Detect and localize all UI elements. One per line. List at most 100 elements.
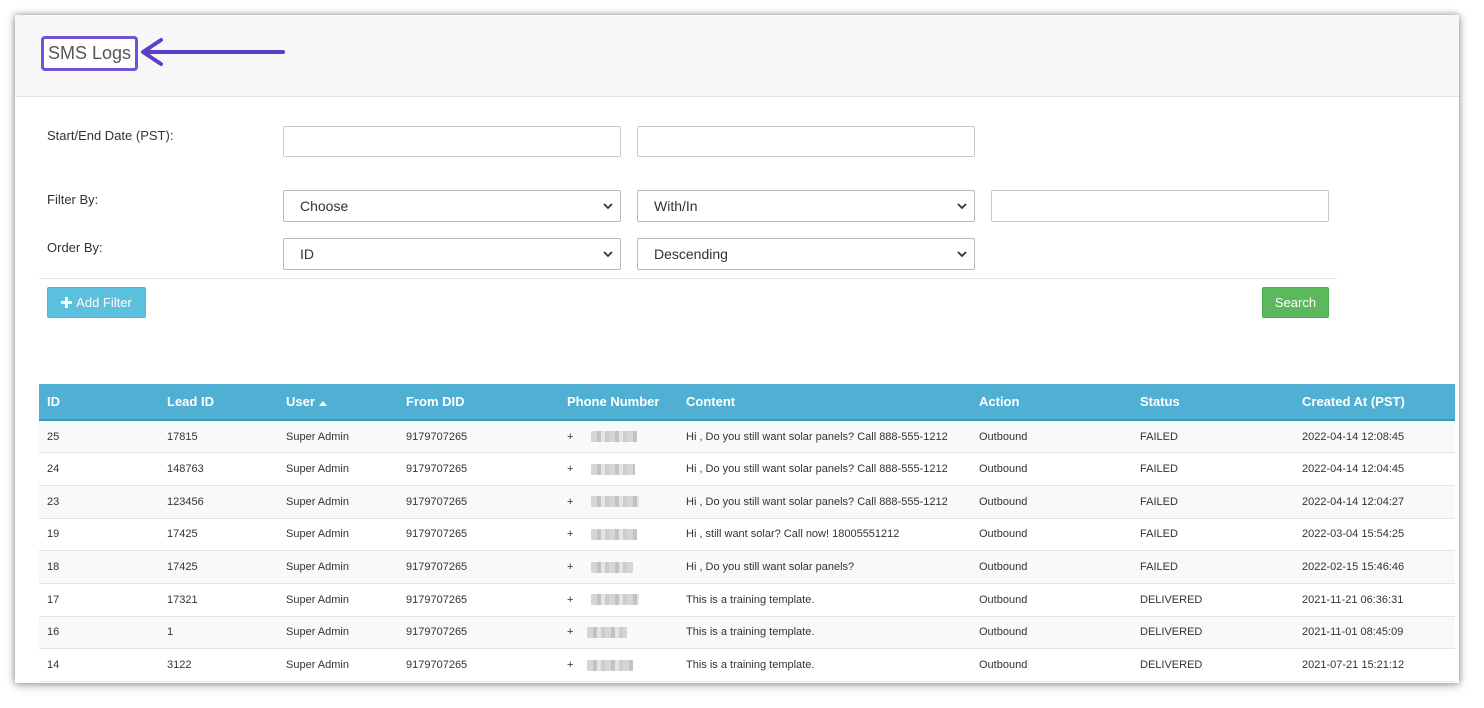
cell-content: Hi , Do you still want solar panels? Cal… xyxy=(686,463,948,476)
cell-created-at: 2021-11-01 08:45:09 xyxy=(1302,626,1404,639)
search-label: Search xyxy=(1274,295,1317,310)
cell-user: Super Admin xyxy=(286,463,349,476)
cell-id: 14 xyxy=(47,659,60,672)
table-row[interactable]: 18 17425 Super Admin 9179707265 + Hi , Do you… xyxy=(39,550,1455,584)
cell-phone-number: + xyxy=(559,420,678,453)
cell-content: Hi , Do you still want solar panels? Cal… xyxy=(686,495,948,508)
filter-value-input[interactable] xyxy=(991,190,1329,222)
sms-logs-table: ID Lead ID User From DID Phone Number Co… xyxy=(39,384,1455,682)
filter-field-value: Choose xyxy=(300,198,349,214)
masked-phone: + xyxy=(567,496,678,508)
table-row[interactable]: 25 17815 Super Admin 9179707265 + Hi , Do you… xyxy=(39,420,1455,453)
phone-prefix: + xyxy=(567,528,574,541)
cell-action: Outbound xyxy=(979,463,1028,476)
table-row[interactable]: 23 123456 Super Admin 9179707265 + Hi , Do yo… xyxy=(39,485,1455,519)
order-field-select[interactable]: ID xyxy=(283,238,621,270)
cell-from-did: 9179707265 xyxy=(406,495,468,508)
chevron-down-icon xyxy=(957,251,967,258)
table-row[interactable]: 19 17425 Super Admin 9179707265 + Hi , still … xyxy=(39,518,1455,551)
add-filter-button[interactable]: Add Filter xyxy=(47,287,146,318)
cell-user: Super Admin xyxy=(286,495,349,508)
filter-field-select[interactable]: Choose xyxy=(283,190,621,222)
table-row[interactable]: 24 148763 Super Admin 9179707265 + Hi , Do yo… xyxy=(39,452,1455,486)
column-header-from-did[interactable]: From DID xyxy=(398,384,559,420)
column-header-created-at[interactable]: Created At (PST) xyxy=(1294,384,1455,420)
cell-id: 17 xyxy=(47,593,60,606)
cell-action: Outbound xyxy=(979,430,1028,443)
cell-from-did: 9179707265 xyxy=(406,463,468,476)
filter-by-label: Filter By: xyxy=(47,192,99,207)
cell-id: 25 xyxy=(47,430,60,443)
column-header-lead-id[interactable]: Lead ID xyxy=(159,384,278,420)
column-header-status[interactable]: Status xyxy=(1132,384,1294,420)
column-header-phone-number[interactable]: Phone Number xyxy=(559,384,678,420)
masked-phone: + xyxy=(567,626,678,638)
cell-phone-number: + xyxy=(559,649,678,682)
table-header-row: ID Lead ID User From DID Phone Number Co… xyxy=(39,384,1455,420)
cell-action: Outbound xyxy=(979,528,1028,541)
cell-created-at: 2021-07-21 15:21:12 xyxy=(1302,659,1405,672)
end-date-input[interactable] xyxy=(637,126,975,157)
order-direction-value: Descending xyxy=(654,246,728,262)
table-row[interactable]: 17 17321 Super Admin 9179707265 + This is a t… xyxy=(39,583,1455,617)
cell-created-at: 2022-04-14 12:04:45 xyxy=(1302,463,1405,476)
table-row[interactable]: 16 1 Super Admin 9179707265 + This is a train… xyxy=(39,616,1455,649)
order-field-value: ID xyxy=(300,246,314,262)
cell-user: Super Admin xyxy=(286,430,349,443)
cell-action: Outbound xyxy=(979,659,1028,672)
chevron-down-icon xyxy=(603,251,613,258)
cell-content: This is a training template. xyxy=(686,593,815,606)
column-header-id[interactable]: ID xyxy=(39,384,159,420)
column-header-content[interactable]: Content xyxy=(678,384,971,420)
column-header-action[interactable]: Action xyxy=(971,384,1132,420)
search-button[interactable]: Search xyxy=(1262,287,1329,318)
cell-lead-id: 123456 xyxy=(167,495,204,508)
cell-content: This is a training template. xyxy=(686,659,815,672)
order-by-label: Order By: xyxy=(47,240,103,255)
masked-phone: + xyxy=(567,594,678,606)
redacted-phone-digits xyxy=(591,528,638,540)
filter-operator-select[interactable]: With/In xyxy=(637,190,975,222)
start-date-input[interactable] xyxy=(283,126,621,157)
cell-content: Hi , Do you still want solar panels? xyxy=(686,561,855,574)
cell-created-at: 2021-11-21 06:36:31 xyxy=(1302,593,1404,606)
table-row[interactable]: 14 3122 Super Admin 9179707265 + This is a tr… xyxy=(39,648,1455,682)
cell-from-did: 9179707265 xyxy=(406,561,468,574)
arrow-left-icon xyxy=(141,38,285,66)
plus-icon xyxy=(61,297,73,308)
cell-from-did: 9179707265 xyxy=(406,659,468,672)
cell-status: FAILED xyxy=(1140,495,1178,508)
cell-phone-number: + xyxy=(559,551,678,584)
cell-id: 19 xyxy=(47,528,60,541)
order-direction-select[interactable]: Descending xyxy=(637,238,975,270)
cell-content: This is a training template. xyxy=(686,626,815,639)
cell-action: Outbound xyxy=(979,561,1028,574)
cell-phone-number: + xyxy=(559,518,678,551)
phone-prefix: + xyxy=(567,495,574,508)
cell-action: Outbound xyxy=(979,593,1028,606)
masked-phone: + xyxy=(567,659,678,671)
chevron-down-icon xyxy=(603,203,613,210)
cell-phone-number: + xyxy=(559,616,678,649)
cell-id: 23 xyxy=(47,495,60,508)
cell-user: Super Admin xyxy=(286,528,349,541)
cell-phone-number: + xyxy=(559,485,678,518)
cell-status: FAILED xyxy=(1140,430,1178,443)
redacted-phone-digits xyxy=(591,463,636,475)
masked-phone: + xyxy=(567,561,678,573)
cell-content: Hi , still want solar? Call now! 1800555… xyxy=(686,528,900,541)
cell-from-did: 9179707265 xyxy=(406,593,468,606)
cell-action: Outbound xyxy=(979,495,1028,508)
phone-prefix: + xyxy=(567,659,574,672)
cell-user: Super Admin xyxy=(286,561,349,574)
cell-phone-number: + xyxy=(559,583,678,616)
cell-created-at: 2022-03-04 15:54:25 xyxy=(1302,528,1405,541)
chevron-down-icon xyxy=(957,203,967,210)
redacted-phone-digits xyxy=(591,561,634,573)
redacted-phone-digits xyxy=(587,626,628,638)
cell-phone-number: + xyxy=(559,453,678,486)
column-header-user[interactable]: User xyxy=(278,384,398,420)
phone-prefix: + xyxy=(567,430,574,443)
cell-id: 18 xyxy=(47,561,60,574)
cell-created-at: 2022-04-14 12:08:45 xyxy=(1302,430,1405,443)
